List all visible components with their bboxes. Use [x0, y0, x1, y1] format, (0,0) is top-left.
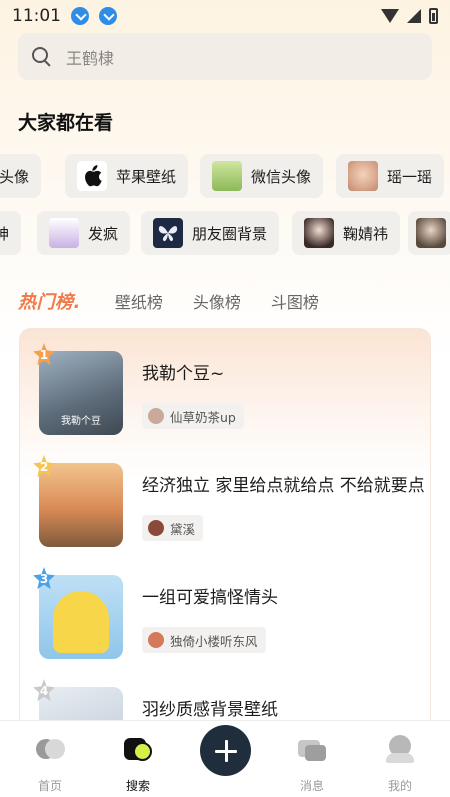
rank-title: 经济独立 家里给点就给点 不给就要点	[142, 476, 425, 496]
butterfly-thumb	[153, 218, 183, 248]
nav-profile-label: 我的	[387, 779, 412, 793]
chip-couple-avatar[interactable]: 侣头像	[0, 154, 42, 198]
girl-avatar-thumb	[348, 161, 378, 191]
apple-logo-icon	[77, 161, 107, 191]
status-indicators	[381, 8, 438, 24]
battery-icon	[429, 8, 438, 24]
chip-label: 鞠婧祎	[343, 224, 389, 243]
trending-chips-row-1: 侣头像 苹果壁纸 微信头像 瑶一瑶	[0, 154, 450, 198]
status-bar: 11:01	[0, 0, 450, 32]
download-icon	[71, 7, 89, 25]
status-time: 11:01	[12, 6, 61, 26]
author-tag[interactable]: 黛溪	[142, 515, 204, 541]
hot-ranking-card: 我勒个豆 1 我勒个豆~ 仙草奶茶up 2 经济独立 家里给点就给点 不给就要点…	[19, 328, 431, 748]
list-item[interactable]: 3 一组可爱搞怪情头 独倚小楼听东风	[20, 567, 430, 665]
chip-label: 苹果壁纸	[116, 167, 177, 186]
signal-icon	[407, 9, 421, 23]
nav-profile[interactable]: 我的	[370, 735, 430, 794]
rank-thumbnail	[39, 575, 123, 659]
chip-crazy[interactable]: 发疯	[37, 211, 131, 255]
nav-home-label: 首页	[37, 779, 62, 793]
author-name: 黛溪	[170, 521, 196, 537]
chip-label: 瑶一瑶	[387, 167, 433, 186]
wifi-icon	[381, 9, 399, 23]
cartoon-figure	[53, 591, 109, 653]
chip-label: 微信头像	[251, 167, 312, 186]
list-item[interactable]: 我勒个豆 1 我勒个豆~ 仙草奶茶up	[20, 343, 430, 441]
wechat-avatar-thumb	[212, 161, 242, 191]
section-title: 大家都在看	[18, 112, 114, 134]
rank-thumbnail	[39, 463, 123, 547]
search-input[interactable]: 王鹤棣	[18, 33, 432, 80]
chip-wechat-avatar[interactable]: 微信头像	[200, 154, 324, 198]
chip-apple-wallpaper[interactable]: 苹果壁纸	[65, 154, 189, 198]
rank-title: 我勒个豆~	[142, 364, 225, 384]
chip-label: 侣头像	[0, 167, 30, 186]
chip-yao-yi-yao[interactable]: 瑶一瑶	[336, 154, 445, 198]
tab-avatar-ranking[interactable]: 头像榜	[193, 289, 241, 313]
nav-search-label: 搜索	[125, 779, 150, 793]
search-placeholder: 王鹤棣	[66, 48, 115, 68]
nav-messages-label: 消息	[299, 779, 324, 793]
thumb-caption: 我勒个豆	[61, 416, 101, 427]
rank-title: 羽纱质感背景壁纸	[142, 700, 278, 720]
avatar	[148, 520, 164, 536]
download-icon	[99, 7, 117, 25]
rank-thumbnail: 我勒个豆	[39, 351, 123, 435]
bottom-navigation: 首页 搜索 消息 我的	[0, 720, 450, 797]
profile-icon	[386, 735, 414, 763]
trending-chips-row-2: 神 发疯 朋友圈背景 鞠婧祎	[0, 211, 450, 255]
list-item[interactable]: 2 经济独立 家里给点就给点 不给就要点 黛溪	[20, 455, 430, 553]
tab-meme-ranking[interactable]: 斗图榜	[271, 289, 319, 313]
home-icon	[36, 735, 65, 763]
portrait-thumb	[416, 218, 446, 248]
avatar	[148, 408, 164, 424]
author-tag[interactable]: 仙草奶茶up	[142, 403, 244, 429]
nav-search[interactable]: 搜索	[108, 735, 168, 794]
search-icon	[32, 46, 52, 67]
chip-label: 发疯	[88, 224, 119, 243]
nav-messages[interactable]: 消息	[282, 735, 342, 794]
author-name: 独倚小楼听东风	[170, 633, 258, 649]
author-name: 仙草奶茶up	[170, 409, 236, 425]
crazy-meme-thumb	[49, 218, 79, 248]
hot-ranking-logo[interactable]: 热门榜.	[18, 288, 81, 314]
chip-moments-background[interactable]: 朋友圈背景	[141, 211, 280, 255]
discover-icon	[124, 735, 152, 763]
chip-partial[interactable]: 神	[0, 211, 22, 255]
chip-ju-jingyi[interactable]: 鞠婧祎	[292, 211, 401, 255]
add-button[interactable]	[200, 725, 251, 776]
plus-icon	[214, 739, 237, 762]
message-icon	[298, 735, 326, 763]
author-tag[interactable]: 独倚小楼听东风	[142, 627, 266, 653]
avatar	[148, 632, 164, 648]
chip-label: 神	[0, 224, 10, 243]
ranking-tabs: 热门榜. 壁纸榜 头像榜 斗图榜	[18, 286, 349, 316]
nav-home[interactable]: 首页	[20, 735, 80, 794]
actress-thumb	[304, 218, 334, 248]
rank-title: 一组可爱搞怪情头	[142, 588, 278, 608]
chip-label: 朋友圈背景	[192, 224, 268, 243]
tab-wallpaper-ranking[interactable]: 壁纸榜	[115, 289, 163, 313]
chip-portrait[interactable]	[408, 211, 450, 255]
